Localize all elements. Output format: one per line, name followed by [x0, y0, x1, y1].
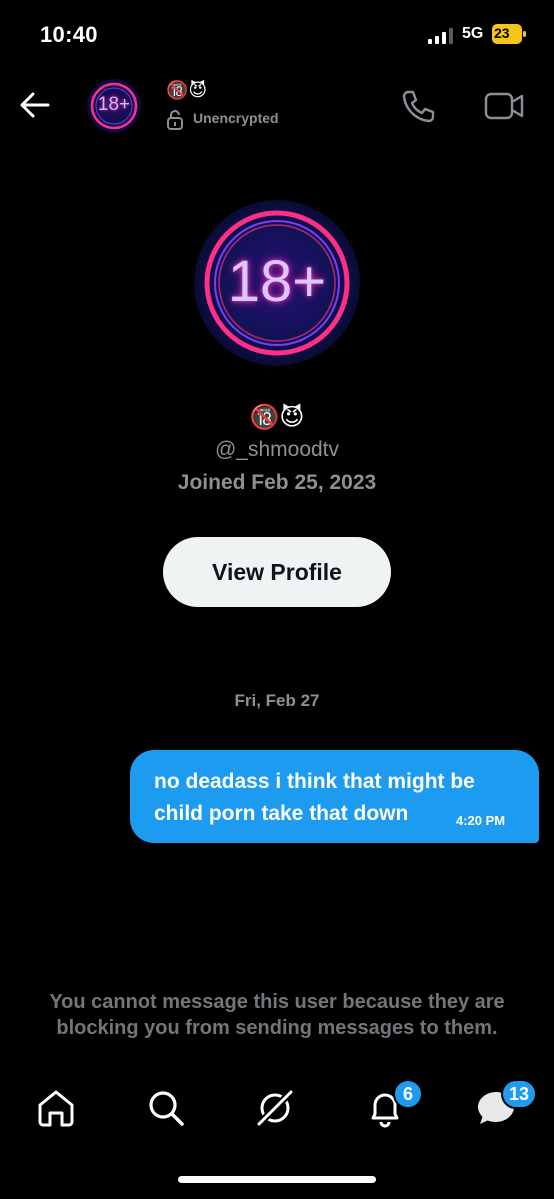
search-icon[interactable]: [144, 1086, 188, 1130]
notifications-badge: 6: [393, 1079, 423, 1109]
battery-indicator: 23: [492, 24, 526, 44]
message-timestamp: 4:20 PM: [456, 813, 506, 828]
video-call-icon[interactable]: [484, 90, 524, 122]
encryption-status: Unencrypted: [193, 110, 279, 126]
messages-badge: 13: [501, 1079, 538, 1109]
blocked-notice: You cannot message this user because the…: [49, 991, 505, 1039]
status-time: 10:40: [40, 22, 98, 47]
home-icon[interactable]: [34, 1086, 78, 1130]
conversation-avatar[interactable]: 18+: [87, 79, 141, 133]
profile-handle: @_shmoodtv: [214, 438, 340, 461]
signal-icon: [428, 28, 453, 44]
home-indicator[interactable]: [178, 1176, 376, 1183]
avatar-label: 18+: [97, 94, 131, 115]
header-display-name[interactable]: 🔞😈: [166, 80, 207, 101]
profile-display-name: 🔞😈: [249, 404, 305, 431]
view-profile-button[interactable]: View Profile: [163, 537, 391, 607]
date-divider: Fri, Feb 27: [234, 691, 320, 710]
phone-call-icon[interactable]: [400, 88, 436, 124]
profile-avatar-label: 18+: [227, 249, 327, 314]
battery-level: 23: [494, 25, 510, 41]
network-type: 5G: [462, 25, 484, 42]
back-arrow-icon[interactable]: [18, 88, 52, 122]
grok-icon[interactable]: [253, 1086, 297, 1130]
unlocked-icon: [167, 110, 183, 130]
profile-avatar[interactable]: 18+: [194, 200, 360, 366]
profile-joined-date: Joined Feb 25, 2023: [177, 471, 377, 494]
